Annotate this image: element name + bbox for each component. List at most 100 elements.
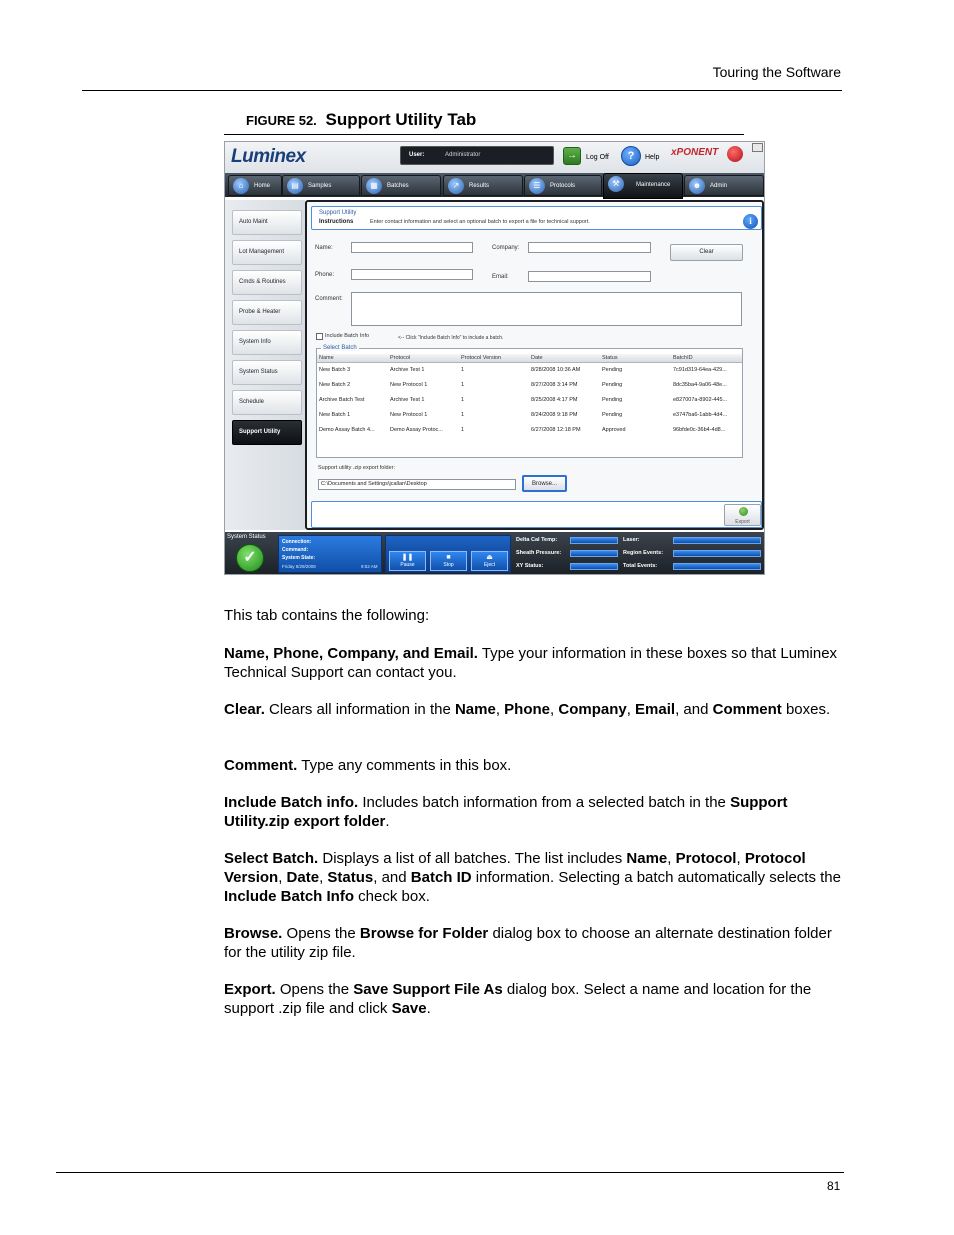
software-screenshot: Luminex User: Administrator → Log Off ? … [224, 141, 765, 575]
tab-samples[interactable]: ▤ Samples [282, 175, 360, 196]
region-events-meter [673, 550, 761, 557]
maintenance-sidebar: Auto Maint Lot Management Cmds & Routine… [225, 200, 305, 530]
sidebar-item-lot-management[interactable]: Lot Management [232, 240, 302, 265]
run-control-panel: ❚❚ Pause ■ Stop ⏏ Eject [385, 535, 511, 573]
phone-field[interactable] [351, 269, 473, 280]
export-button[interactable]: Export [724, 504, 761, 526]
export-paragraph: Export. Opens the Save Support File As d… [224, 981, 812, 1017]
sidebar-item-support-utility[interactable]: Support Utility [232, 420, 302, 445]
delta-cal-temp-label: Delta Cal Temp: [516, 537, 558, 543]
table-row[interactable]: New Batch 3 Archive Test 1 1 8/28/2008 1… [317, 364, 742, 379]
pause-icon: ❚❚ [401, 554, 414, 561]
phone-label: Phone: [315, 272, 335, 278]
select-batch-label: Select Batch [321, 345, 359, 351]
col-protocol[interactable]: Protocol [390, 355, 410, 361]
select-batch-group: Select Batch Name Protocol Protocol Vers… [316, 345, 743, 458]
user-label: User: [409, 152, 425, 158]
luminex-logo: Luminex [231, 146, 306, 167]
caption-rule [224, 134, 744, 135]
col-name[interactable]: Name [319, 355, 334, 361]
window-icon[interactable] [752, 143, 763, 152]
batches-icon: ▦ [366, 178, 382, 194]
table-row[interactable]: New Batch 1 New Protocol 1 1 8/24/2008 9… [317, 409, 742, 424]
email-field[interactable] [528, 271, 651, 282]
eject-button[interactable]: ⏏ Eject [471, 551, 508, 571]
tab-protocols[interactable]: ☰ Protocols [524, 175, 602, 196]
info-icon[interactable]: i [743, 214, 758, 229]
comment-label: Comment: [315, 296, 343, 302]
total-events-label: Total Events: [623, 563, 658, 569]
include-batch-checkbox[interactable] [316, 333, 323, 340]
sidebar-item-system-status[interactable]: System Status [232, 360, 302, 385]
comment-paragraph: Comment. Type any comments in this box. [224, 757, 512, 774]
export-icon [739, 507, 748, 516]
table-row[interactable]: New Batch 2 New Protocol 1 1 8/27/2008 3… [317, 379, 742, 394]
include-batch-hint: <-- Click "Include Batch Info" to includ… [398, 335, 504, 341]
comment-field[interactable] [351, 292, 742, 326]
logoff-icon[interactable]: → [563, 147, 581, 165]
clear-button[interactable]: Clear [670, 244, 743, 261]
intro-paragraph: This tab contains the following: [224, 607, 430, 624]
maintenance-icon: ⚒ [608, 176, 624, 192]
footer-rule [56, 1172, 844, 1173]
sheath-pressure-label: Sheath Pressure: [516, 550, 562, 556]
status-bar: System Status ✓ Connection: Command: Sys… [225, 532, 764, 574]
col-date[interactable]: Date [531, 355, 543, 361]
name-field[interactable] [351, 242, 473, 253]
sidebar-item-auto-maint[interactable]: Auto Maint [232, 210, 302, 235]
sidebar-item-probe-heater[interactable]: Probe & Heater [232, 300, 302, 325]
user-value: Administrator [445, 152, 481, 158]
xy-status-meter [570, 563, 618, 570]
help-button[interactable]: Help [645, 154, 659, 161]
samples-icon: ▤ [287, 178, 303, 194]
export-folder-label: Support utility .zip export folder: [318, 465, 396, 471]
support-utility-panel: Support Utility Instructions Enter conta… [305, 200, 764, 530]
home-icon: ⌂ [233, 178, 249, 194]
export-folder-field[interactable]: C:\Documents and Settings\jcallan\Deskto… [318, 479, 516, 490]
results-icon: ↗ [448, 178, 464, 194]
figure-caption: FIGURE 52. Support Utility Tab [246, 110, 476, 130]
sidebar-item-cmds-routines[interactable]: Cmds & Routines [232, 270, 302, 295]
select-batch-paragraph: Select Batch. Displays a list of all bat… [224, 850, 841, 905]
protocols-icon: ☰ [529, 178, 545, 194]
help-icon[interactable]: ? [621, 146, 641, 166]
tab-batches[interactable]: ▦ Batches [361, 175, 441, 196]
status-light-icon [727, 146, 743, 162]
table-row[interactable]: Demo Assay Batch 4... Demo Assay Protoc.… [317, 424, 742, 439]
command-label: Command: [282, 547, 309, 553]
running-header: Touring the Software [712, 64, 841, 80]
company-field[interactable] [528, 242, 651, 253]
tab-maintenance[interactable]: ⚒ Maintenance [603, 173, 683, 199]
tab-home[interactable]: ⌂ Home [228, 175, 282, 196]
xponent-logo: xPONENT [671, 147, 719, 158]
laser-label: Laser: [623, 537, 640, 543]
browse-button[interactable]: Browse... [522, 475, 567, 492]
system-status-label: System Status [227, 534, 266, 540]
figure-number: FIGURE 52. [246, 113, 317, 128]
table-row[interactable]: Archive Batch Test Archive Test 1 1 8/25… [317, 394, 742, 409]
col-batch-id[interactable]: BatchID [673, 355, 693, 361]
col-status[interactable]: Status [602, 355, 618, 361]
status-date: Friday 8/29/2008 [282, 564, 316, 569]
logoff-button[interactable]: Log Off [586, 154, 609, 161]
system-state-label: System State: [282, 555, 316, 561]
stop-button[interactable]: ■ Stop [430, 551, 467, 571]
name-phone-company-email-paragraph: Name, Phone, Company, and Email. Type yo… [224, 645, 838, 681]
email-label: Email: [492, 274, 509, 280]
sheath-pressure-meter [570, 550, 618, 557]
tab-admin[interactable]: ☻ Admin [684, 175, 764, 196]
browse-paragraph: Browse. Opens the Browse for Folder dial… [224, 925, 832, 961]
instructions-label: Instructions [319, 219, 354, 225]
col-protocol-version[interactable]: Protocol Version [461, 355, 501, 361]
include-batch-label: Include Batch Info [325, 333, 370, 339]
total-events-meter [673, 563, 761, 570]
tab-results[interactable]: ↗ Results [443, 175, 523, 196]
laser-meter [673, 537, 761, 544]
user-display: User: Administrator [400, 146, 554, 165]
sidebar-item-schedule[interactable]: Schedule [232, 390, 302, 415]
region-events-label: Region Events: [623, 550, 664, 556]
pause-button[interactable]: ❚❚ Pause [389, 551, 426, 571]
section-title: Support Utility [319, 210, 357, 216]
figure-title: Support Utility Tab [325, 110, 477, 129]
sidebar-item-system-info[interactable]: System Info [232, 330, 302, 355]
